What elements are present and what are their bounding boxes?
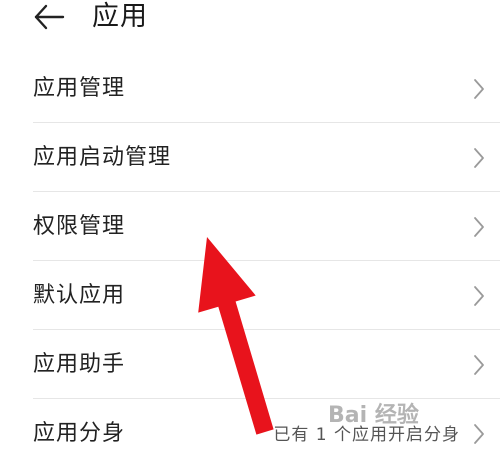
arrow-left-icon	[34, 4, 65, 30]
list-item-label: 应用分身	[33, 421, 126, 446]
chevron-right-icon	[472, 421, 486, 447]
list-item-permission-management[interactable]: 权限管理	[0, 192, 500, 261]
chevron-right-icon	[472, 283, 486, 309]
list-item-label: 默认应用	[33, 283, 126, 308]
settings-list: 应用管理 应用启动管理 权限管理 默认应用 应用助手 应用分身 已有 1 个应用…	[0, 54, 500, 452]
chevron-right-icon	[472, 145, 486, 171]
list-item-label: 应用管理	[33, 76, 126, 101]
list-item-label: 应用启动管理	[33, 145, 172, 170]
page-title: 应用	[92, 1, 148, 32]
list-item-value: 已有 1 个应用开启分身	[273, 425, 460, 445]
list-item-label: 权限管理	[33, 214, 126, 239]
back-button[interactable]	[32, 2, 66, 32]
list-item-app-assistant[interactable]: 应用助手	[0, 330, 500, 399]
list-item-label: 应用助手	[33, 352, 126, 377]
list-item-app-launch-management[interactable]: 应用启动管理	[0, 123, 500, 192]
list-item-default-apps[interactable]: 默认应用	[0, 261, 500, 330]
chevron-right-icon	[472, 76, 486, 102]
list-item-app-twin[interactable]: 应用分身 已有 1 个应用开启分身	[0, 399, 500, 452]
list-item-app-management[interactable]: 应用管理	[0, 54, 500, 123]
app-bar: 应用	[0, 0, 500, 48]
chevron-right-icon	[472, 352, 486, 378]
chevron-right-icon	[472, 214, 486, 240]
